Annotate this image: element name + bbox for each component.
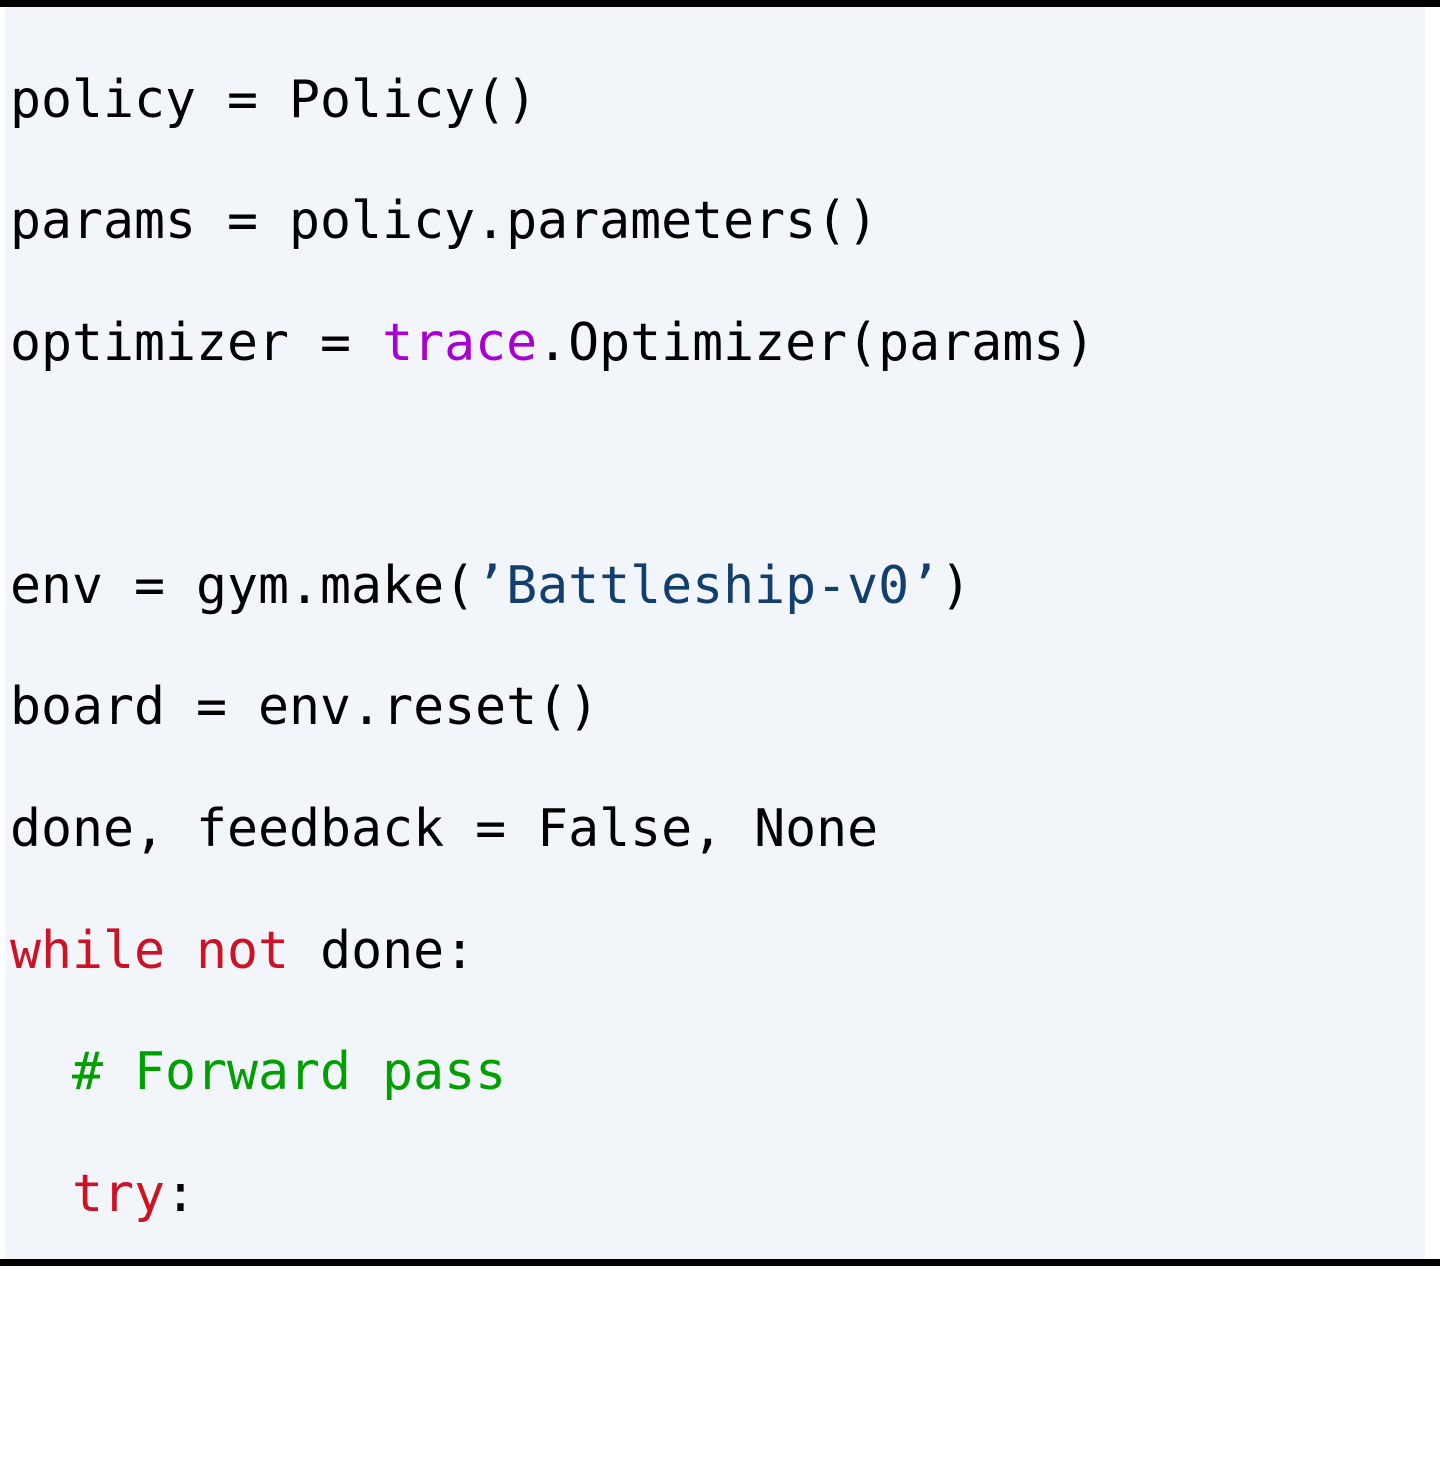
code-token-plain: done: xyxy=(289,920,476,981)
code-token-plain: policy = Policy() xyxy=(10,69,538,130)
code-line: board = env.reset() xyxy=(10,677,1420,738)
code-block-background: policy = Policy() params = policy.parame… xyxy=(5,7,1425,1259)
code-source-text[interactable]: policy = Policy() params = policy.parame… xyxy=(10,70,1420,1260)
code-token-plain: optimizer = xyxy=(10,312,383,373)
code-token-string: ’Battleship-v0’ xyxy=(475,555,941,616)
code-line: policy = Policy() xyxy=(10,70,1420,131)
code-token-plain: board = env.reset() xyxy=(10,677,600,738)
code-token-plain: env = gym.make( xyxy=(10,555,476,616)
code-token-plain: ) xyxy=(940,555,972,616)
code-token-plain: params = policy.parameters() xyxy=(10,191,879,252)
code-line: ​ xyxy=(10,434,1420,495)
code-line: done, feedback = False, None xyxy=(10,799,1420,860)
code-line: # Forward pass xyxy=(10,1042,1420,1103)
top-rule-divider xyxy=(0,0,1440,7)
code-token-keyword: while not xyxy=(10,920,290,981)
bottom-rule-divider xyxy=(0,1259,1440,1266)
code-token-comment: # Forward pass xyxy=(72,1042,507,1103)
page-whitespace xyxy=(0,1272,1440,1464)
code-line: optimizer = trace.Optimizer(params) xyxy=(10,313,1420,374)
code-line: try: xyxy=(10,1164,1420,1225)
code-token-plain: .Optimizer(params) xyxy=(537,312,1096,373)
code-token-module: trace xyxy=(382,312,538,373)
code-token-plain: : xyxy=(165,1163,197,1224)
code-line: while not done: xyxy=(10,921,1420,982)
code-line: params = policy.parameters() xyxy=(10,191,1420,252)
code-token-plain: done, feedback = False, None xyxy=(10,799,879,860)
code-listing-figure: policy = Policy() params = policy.parame… xyxy=(0,0,1440,1272)
code-line: env = gym.make(’Battleship-v0’) xyxy=(10,556,1420,617)
code-token-keyword: try xyxy=(72,1163,166,1224)
